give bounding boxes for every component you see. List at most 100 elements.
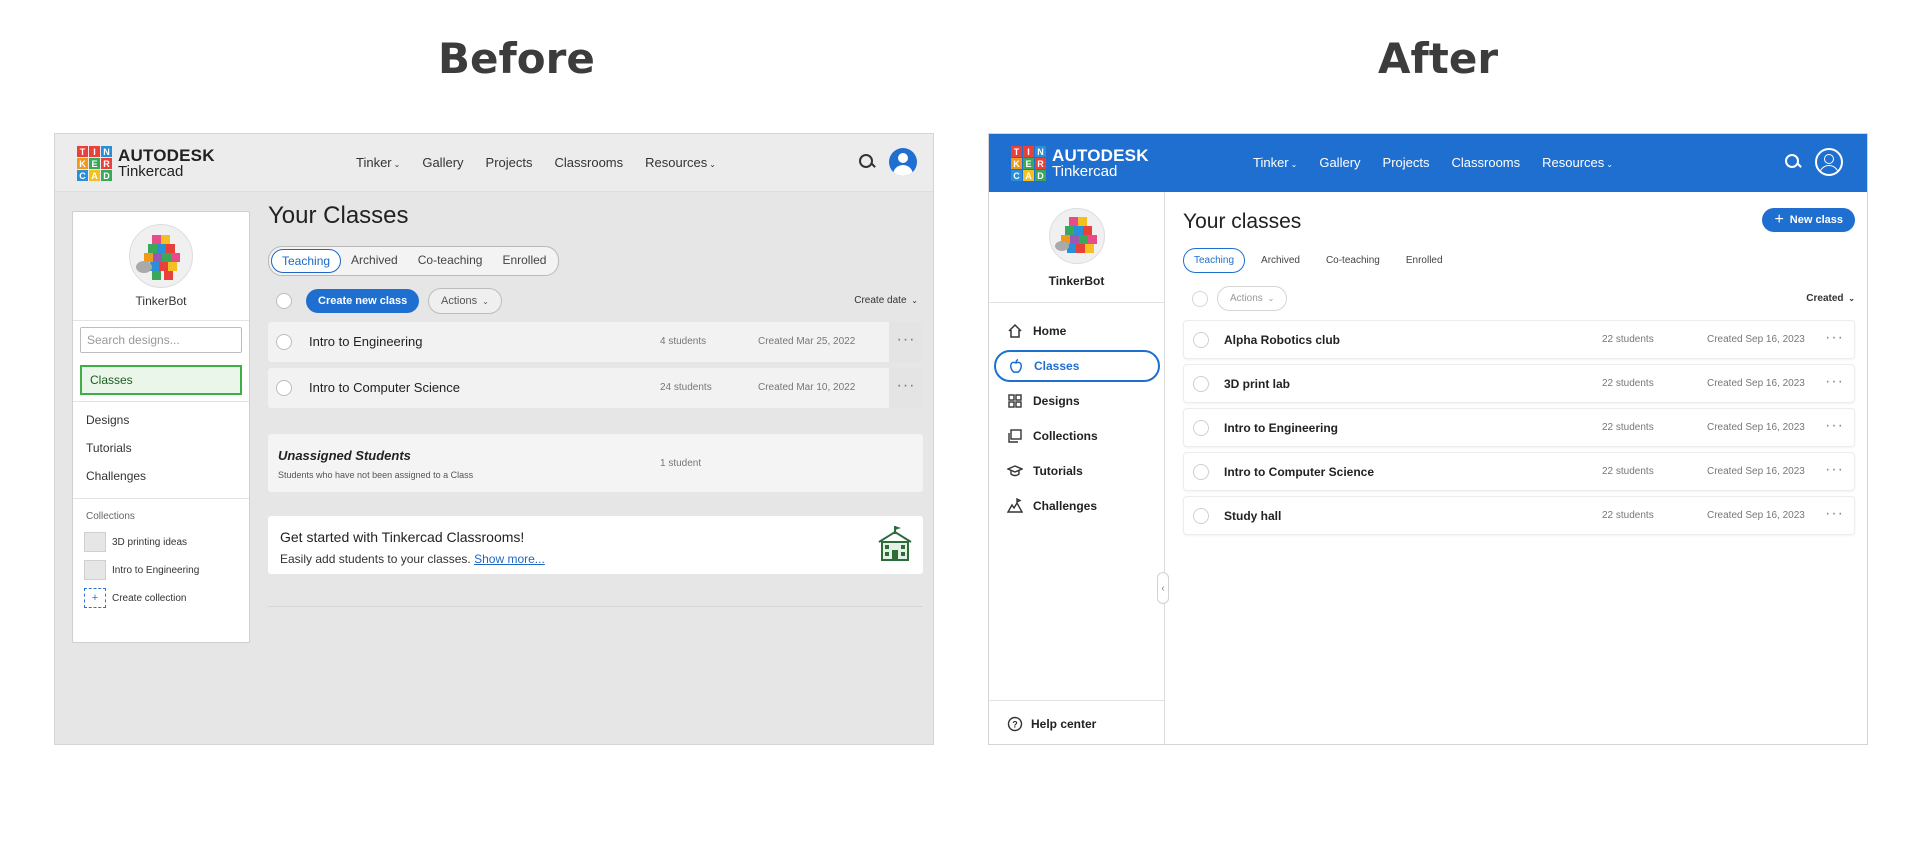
collection-item[interactable]: 3D printing ideas bbox=[73, 528, 249, 556]
actions-label: Actions bbox=[441, 295, 478, 307]
tab-co-teaching[interactable]: Co-teaching bbox=[1316, 249, 1390, 272]
actions-dropdown[interactable]: Actions ⌄ bbox=[1217, 286, 1288, 311]
tab-archived[interactable]: Archived bbox=[341, 249, 408, 273]
logo-letter: E bbox=[89, 158, 100, 169]
class-row[interactable]: 3D print lab 22 students Created Sep 16,… bbox=[1183, 364, 1855, 403]
sort-label: Created bbox=[1806, 293, 1844, 304]
user-avatar[interactable] bbox=[889, 148, 917, 176]
create-collection-button[interactable]: + Create collection bbox=[73, 584, 249, 612]
nav-resources-label: Resources bbox=[1542, 155, 1605, 170]
row-checkbox[interactable] bbox=[276, 380, 292, 396]
more-options-icon[interactable]: ··· bbox=[889, 368, 923, 408]
search-icon[interactable] bbox=[859, 154, 875, 170]
username: TinkerBot bbox=[1048, 274, 1105, 288]
class-name[interactable]: Intro to Engineering bbox=[1224, 421, 1338, 435]
nav-projects[interactable]: Projects bbox=[486, 155, 533, 170]
more-options-icon[interactable]: ··· bbox=[1825, 329, 1844, 347]
select-all-checkbox[interactable] bbox=[1192, 291, 1208, 307]
nav-resources[interactable]: Resources ⌄ bbox=[1542, 155, 1613, 170]
nav-gallery[interactable]: Gallery bbox=[1319, 155, 1360, 170]
sidebar-item-designs[interactable]: Designs bbox=[989, 385, 1164, 417]
collapse-sidebar-handle[interactable]: ‹ bbox=[1157, 572, 1169, 604]
more-options-icon[interactable]: ··· bbox=[1825, 373, 1844, 391]
row-checkbox[interactable] bbox=[1193, 376, 1209, 392]
class-name[interactable]: Alpha Robotics club bbox=[1224, 333, 1340, 347]
nav-gallery[interactable]: Gallery bbox=[422, 155, 463, 170]
top-icons bbox=[859, 148, 917, 176]
collection-item[interactable]: Intro to Engineering bbox=[73, 556, 249, 584]
collection-thumbnail bbox=[84, 560, 106, 580]
row-checkbox[interactable] bbox=[1193, 332, 1209, 348]
sort-dropdown[interactable]: Created ⌄ bbox=[1806, 293, 1855, 304]
class-row[interactable]: Intro to Engineering 4 students Created … bbox=[268, 322, 923, 362]
main-nav: Tinker ⌄ Gallery Projects Classrooms Reso… bbox=[1253, 155, 1613, 170]
class-name[interactable]: 3D print lab bbox=[1224, 377, 1290, 391]
tab-co-teaching[interactable]: Co-teaching bbox=[408, 249, 493, 273]
search-designs-input[interactable]: Search designs... bbox=[80, 327, 242, 353]
tab-enrolled[interactable]: Enrolled bbox=[492, 249, 556, 273]
tab-teaching[interactable]: Teaching bbox=[1183, 248, 1246, 273]
logo-letter: C bbox=[1011, 170, 1022, 181]
more-options-icon[interactable]: ··· bbox=[1825, 505, 1844, 523]
search-icon[interactable] bbox=[1785, 154, 1801, 170]
class-name[interactable]: Intro to Computer Science bbox=[1224, 465, 1374, 479]
nav-tinker[interactable]: Tinker ⌄ bbox=[1253, 155, 1297, 170]
sidebar-item-designs[interactable]: Designs bbox=[73, 406, 249, 434]
help-center-link[interactable]: ? Help center bbox=[989, 700, 1164, 744]
class-name[interactable]: Intro to Engineering bbox=[309, 334, 422, 349]
sort-dropdown[interactable]: Create date ⌄ bbox=[854, 295, 918, 306]
nav-classrooms[interactable]: Classrooms bbox=[1452, 155, 1521, 170]
sidebar-item-classes[interactable]: Classes bbox=[80, 365, 242, 395]
actions-dropdown[interactable]: Actions ⌄ bbox=[428, 288, 502, 314]
sidebar-item-label: Tutorials bbox=[1033, 464, 1083, 478]
sidebar-item-classes[interactable]: Classes bbox=[994, 350, 1160, 382]
class-row[interactable]: Study hall 22 students Created Sep 16, 2… bbox=[1183, 496, 1855, 535]
row-checkbox[interactable] bbox=[276, 334, 292, 350]
class-row[interactable]: Alpha Robotics club 22 students Created … bbox=[1183, 320, 1855, 359]
nav-projects[interactable]: Projects bbox=[1383, 155, 1430, 170]
tab-archived[interactable]: Archived bbox=[1251, 249, 1310, 272]
home-icon bbox=[1008, 323, 1022, 338]
new-class-button[interactable]: + New class bbox=[1762, 208, 1855, 232]
sidebar-item-collections[interactable]: Collections bbox=[989, 420, 1164, 452]
before-screenshot: T I N K E R C A D AUTODESK Tinkercad Tin… bbox=[54, 133, 934, 745]
nav-classrooms[interactable]: Classrooms bbox=[555, 155, 624, 170]
more-options-icon[interactable]: ··· bbox=[1825, 461, 1844, 479]
class-row[interactable]: Intro to Engineering 22 students Created… bbox=[1183, 408, 1855, 447]
row-checkbox[interactable] bbox=[1193, 420, 1209, 436]
user-avatar[interactable] bbox=[1815, 148, 1843, 176]
class-row[interactable]: Intro to Computer Science 22 students Cr… bbox=[1183, 452, 1855, 491]
show-more-link[interactable]: Show more... bbox=[474, 552, 545, 566]
nav-resources[interactable]: Resources ⌄ bbox=[645, 155, 716, 170]
class-name[interactable]: Intro to Computer Science bbox=[309, 380, 460, 395]
logo-letter: D bbox=[101, 170, 112, 181]
chevron-down-icon: ⌄ bbox=[482, 297, 489, 306]
sidebar-item-challenges[interactable]: Challenges bbox=[989, 490, 1164, 522]
more-options-icon[interactable]: ··· bbox=[889, 322, 923, 362]
logo-letter: E bbox=[1023, 158, 1034, 169]
student-count: 22 students bbox=[1602, 510, 1654, 521]
create-new-class-button[interactable]: Create new class bbox=[306, 289, 420, 313]
row-checkbox[interactable] bbox=[1193, 508, 1209, 524]
sidebar-item-challenges[interactable]: Challenges bbox=[73, 462, 249, 490]
class-tabs: Teaching Archived Co-teaching Enrolled bbox=[1183, 248, 1855, 273]
unassigned-title: Unassigned Students bbox=[278, 448, 411, 463]
sidebar-item-home[interactable]: Home bbox=[989, 315, 1164, 347]
tab-teaching[interactable]: Teaching bbox=[271, 249, 342, 273]
class-name[interactable]: Study hall bbox=[1224, 509, 1281, 523]
unassigned-students-row[interactable]: Unassigned Students Students who have no… bbox=[268, 434, 923, 492]
row-checkbox[interactable] bbox=[1193, 464, 1209, 480]
sidebar-item-label: Challenges bbox=[1033, 499, 1098, 513]
more-options-icon[interactable]: ··· bbox=[1825, 417, 1844, 435]
sidebar-menu: Home Classes Designs Collections Tutoria… bbox=[989, 315, 1164, 522]
created-date: Created Mar 10, 2022 bbox=[758, 382, 856, 393]
sidebar-item-tutorials[interactable]: Tutorials bbox=[73, 434, 249, 462]
sidebar-item-tutorials[interactable]: Tutorials bbox=[989, 455, 1164, 487]
nav-tinker[interactable]: Tinker ⌄ bbox=[356, 155, 400, 170]
tinkercad-logo[interactable]: T I N K E R C A D AUTODESK Tinkercad bbox=[1011, 146, 1149, 181]
tinkercad-logo[interactable]: T I N K E R C A D AUTODESK Tinkercad bbox=[77, 146, 215, 181]
class-row[interactable]: Intro to Computer Science 24 students Cr… bbox=[268, 368, 923, 408]
logo-letter: D bbox=[1035, 170, 1046, 181]
select-all-checkbox[interactable] bbox=[276, 293, 292, 309]
tab-enrolled[interactable]: Enrolled bbox=[1396, 249, 1453, 272]
